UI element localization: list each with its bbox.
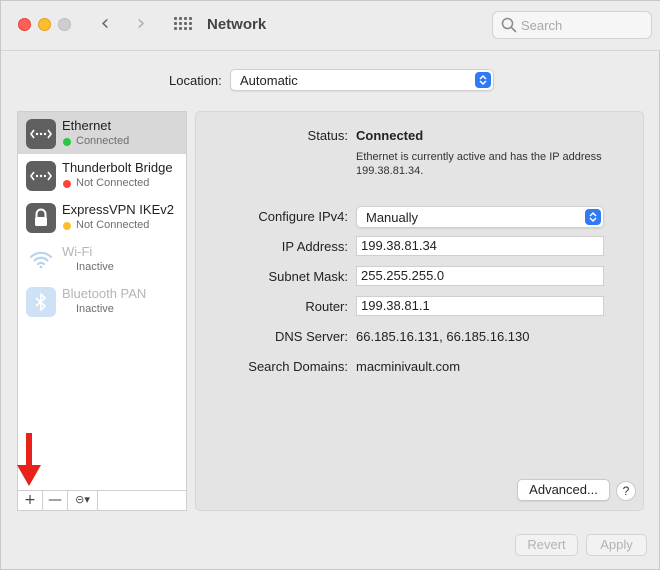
ip-address-field[interactable]: 199.38.81.34 bbox=[356, 236, 604, 256]
service-name: Bluetooth PAN bbox=[62, 286, 147, 301]
router-field[interactable]: 199.38.81.1 bbox=[356, 296, 604, 316]
location-value: Automatic bbox=[240, 73, 298, 88]
configure-ipv4-label: Configure IPv4: bbox=[258, 209, 348, 224]
dns-server-label: DNS Server: bbox=[275, 329, 348, 344]
thunderbolt-bridge-icon bbox=[26, 161, 56, 191]
configure-ipv4-value: Manually bbox=[366, 210, 419, 225]
back-button[interactable]: ‹ bbox=[95, 13, 115, 37]
service-item-thunderbolt-bridge[interactable]: Thunderbolt Bridge Not Connected bbox=[18, 154, 186, 196]
search-field[interactable] bbox=[492, 11, 652, 39]
ip-address-label: IP Address: bbox=[281, 239, 348, 254]
forward-button[interactable]: › bbox=[131, 13, 151, 37]
status-description: Ethernet is currently active and has the… bbox=[356, 151, 602, 177]
service-name: Thunderbolt Bridge bbox=[62, 160, 173, 175]
service-name: Ethernet bbox=[62, 118, 112, 133]
zoom-window-button[interactable] bbox=[58, 18, 71, 31]
service-name: ExpressVPN IKEv2 bbox=[62, 202, 174, 217]
location-label: Location: bbox=[169, 73, 222, 88]
title-bar: ‹ › Network bbox=[1, 1, 660, 51]
network-preferences-window: ‹ › Network Location: Automatic bbox=[0, 0, 660, 570]
subnet-mask-label: Subnet Mask: bbox=[268, 269, 349, 284]
status-dot-red bbox=[63, 180, 71, 188]
service-status: Not Connected bbox=[76, 177, 150, 189]
red-arrow-annotation-icon bbox=[17, 433, 41, 486]
search-input[interactable] bbox=[521, 15, 646, 35]
popup-stepper-icon bbox=[585, 209, 601, 225]
router-label: Router: bbox=[305, 299, 348, 314]
service-item-expressvpn[interactable]: ExpressVPN IKEv2 Not Connected bbox=[18, 196, 186, 238]
close-window-button[interactable] bbox=[18, 18, 31, 31]
service-item-bluetooth-pan[interactable]: Bluetooth PAN Inactive bbox=[18, 280, 186, 322]
revert-button[interactable]: Revert bbox=[515, 534, 578, 556]
status-dot-green bbox=[63, 138, 71, 146]
window-title: Network bbox=[207, 16, 267, 33]
minimize-window-button[interactable] bbox=[38, 18, 51, 31]
add-service-button[interactable]: + bbox=[18, 491, 43, 510]
search-domains-value: macminivault.com bbox=[356, 359, 461, 374]
service-status: Inactive bbox=[76, 303, 114, 315]
search-domains-label: Search Domains: bbox=[248, 359, 348, 374]
search-icon bbox=[501, 17, 517, 33]
dns-server-value: 66.185.16.131, 66.185.16.130 bbox=[356, 329, 530, 344]
action-menu-button[interactable]: ⊝▾ bbox=[68, 491, 98, 510]
remove-service-button[interactable]: — bbox=[43, 491, 68, 510]
configure-ipv4-popup[interactable]: Manually bbox=[356, 206, 604, 228]
service-item-ethernet[interactable]: Ethernet Connected bbox=[18, 112, 186, 154]
help-button[interactable]: ? bbox=[616, 481, 636, 501]
wifi-icon bbox=[26, 245, 56, 275]
ethernet-icon bbox=[26, 119, 56, 149]
subnet-mask-field[interactable]: 255.255.255.0 bbox=[356, 266, 604, 286]
service-name: Wi-Fi bbox=[62, 244, 93, 259]
lock-icon bbox=[26, 203, 56, 233]
status-label: Status: bbox=[307, 128, 348, 143]
service-status: Connected bbox=[76, 135, 130, 147]
service-status: Not Connected bbox=[76, 219, 150, 231]
bluetooth-icon bbox=[26, 287, 56, 317]
advanced-button[interactable]: Advanced... bbox=[517, 479, 610, 501]
service-item-wifi[interactable]: Wi-Fi Inactive bbox=[18, 238, 186, 280]
status-dot-yellow bbox=[63, 222, 71, 230]
apply-button[interactable]: Apply bbox=[586, 534, 647, 556]
popup-stepper-icon bbox=[475, 72, 491, 88]
service-list-toolbar: + — ⊝▾ bbox=[17, 490, 187, 511]
status-value: Connected bbox=[356, 128, 424, 143]
service-status: Inactive bbox=[76, 261, 114, 273]
location-popup[interactable]: Automatic bbox=[230, 69, 494, 91]
show-all-grid-icon[interactable] bbox=[174, 17, 192, 33]
